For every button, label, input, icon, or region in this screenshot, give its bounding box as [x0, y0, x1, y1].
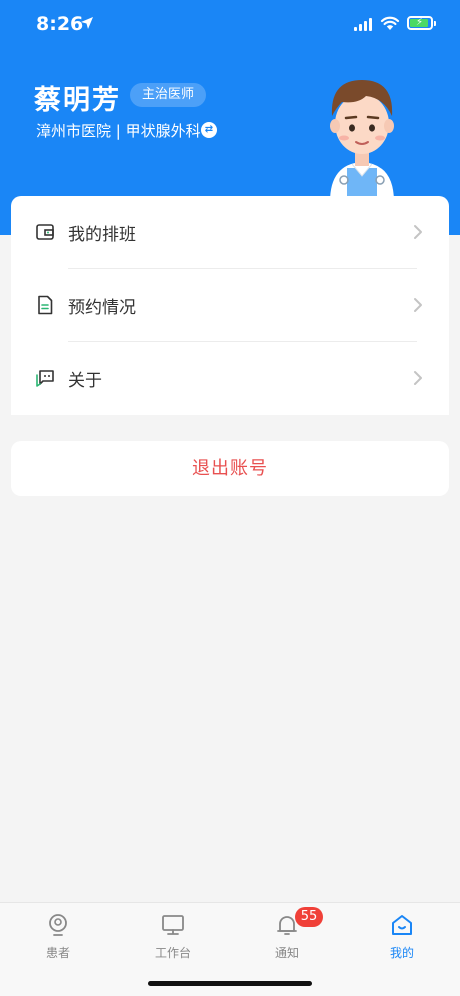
doctor-avatar: [330, 80, 394, 202]
menu-item-about[interactable]: 关于: [11, 342, 449, 415]
menu-item-label: 关于: [68, 371, 102, 391]
tab-mine[interactable]: 我的: [362, 911, 442, 967]
menu-item-schedule[interactable]: 我的排班: [11, 196, 449, 269]
chevron-right-icon: [414, 298, 422, 312]
monitor-icon: [162, 915, 184, 935]
status-bar: 8:26 ⚡: [0, 0, 460, 50]
home-icon: [392, 915, 412, 935]
tab-label: 患者: [45, 946, 70, 960]
menu-item-appointments[interactable]: 预约情况: [11, 269, 449, 342]
tab-label: 通知: [274, 946, 299, 960]
doctor-title-badge: 主治医师: [130, 83, 207, 107]
schedule-icon: [36, 224, 54, 240]
tab-patients[interactable]: 患者: [18, 911, 98, 967]
home-indicator: [148, 981, 312, 986]
location-arrow-icon: [81, 17, 93, 29]
status-time: 8:26: [36, 13, 84, 35]
document-icon: [38, 295, 53, 315]
wifi-icon: [380, 16, 400, 30]
notification-badge: 55: [295, 907, 323, 927]
chat-icon: [36, 370, 54, 387]
logout-button[interactable]: 退出账号: [11, 441, 449, 496]
menu-card: 我的排班 预约情况 关于: [11, 196, 449, 415]
battery-icon: ⚡: [407, 16, 436, 30]
doctor-name: 蔡明芳: [34, 85, 121, 116]
menu-item-label: 预约情况: [68, 298, 136, 318]
switch-department-icon[interactable]: ⇄: [201, 122, 217, 138]
tab-workbench[interactable]: 工作台: [133, 911, 213, 967]
chevron-right-icon: [414, 371, 422, 385]
tab-notifications[interactable]: 55 通知: [247, 907, 327, 967]
cellular-signal-icon: [354, 17, 372, 31]
tab-label: 工作台: [154, 946, 191, 960]
chevron-right-icon: [414, 225, 422, 239]
menu-item-label: 我的排班: [68, 225, 136, 245]
tab-label: 我的: [389, 946, 414, 960]
patient-icon: [49, 914, 67, 936]
hospital-department: 漳州市医院 | 甲状腺外科: [36, 122, 201, 140]
